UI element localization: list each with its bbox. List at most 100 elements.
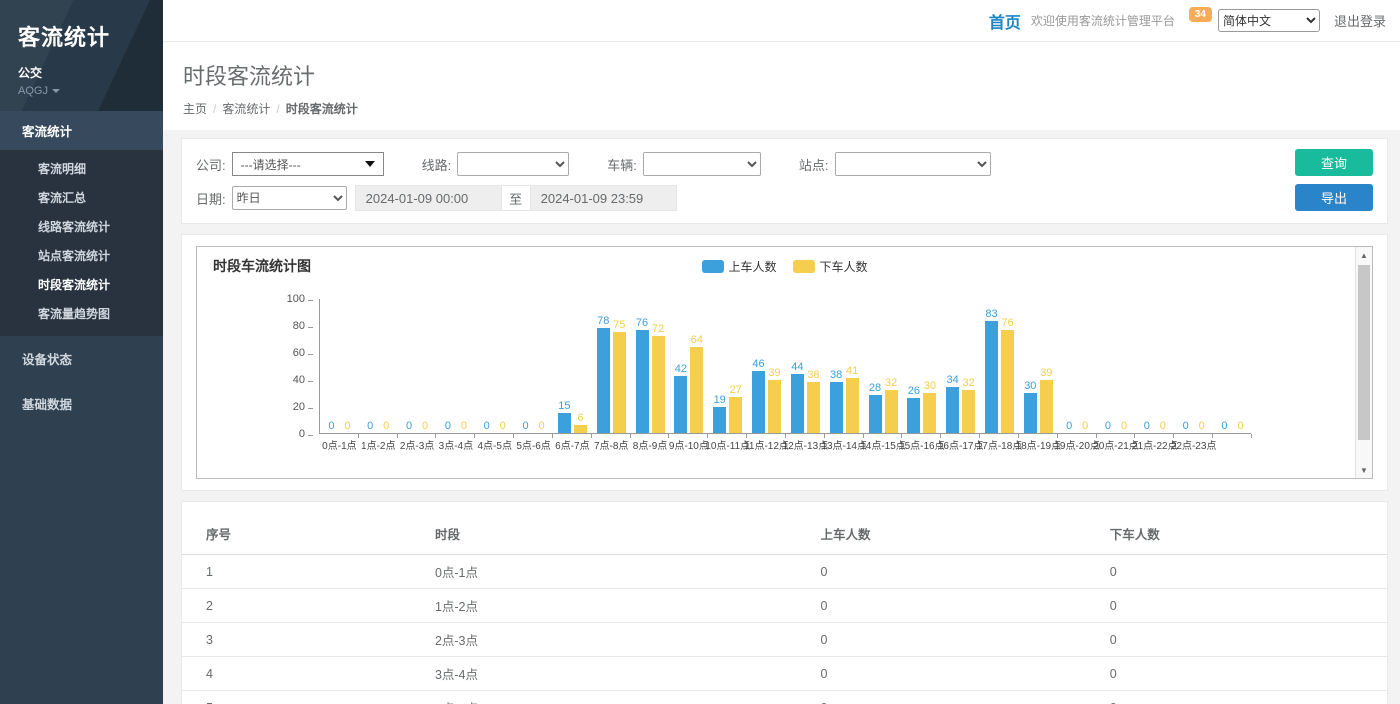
x-axis-label: 0点-1点 bbox=[322, 437, 356, 452]
bar bbox=[1024, 393, 1037, 434]
bar-value-label: 0 bbox=[328, 420, 334, 432]
logout-link[interactable]: 退出登录 bbox=[1334, 11, 1386, 30]
x-axis-label: 2点-3点 bbox=[400, 437, 434, 452]
sidebar-item[interactable]: 客流统计 bbox=[0, 111, 163, 150]
legend-item[interactable]: 下车人数 bbox=[793, 258, 868, 275]
bar bbox=[869, 395, 882, 433]
bar-value-label: 27 bbox=[730, 384, 742, 396]
bar bbox=[830, 382, 843, 433]
scroll-down-icon[interactable]: ▼ bbox=[1356, 462, 1372, 478]
bar-value-label: 0 bbox=[422, 420, 428, 432]
table-cell: 0 bbox=[1086, 589, 1387, 623]
page-heading: 时段客流统计 主页/客流统计/时段客流统计 bbox=[163, 42, 1400, 130]
x-axis-label: 3点-4点 bbox=[439, 437, 473, 452]
table-cell: 4点-5点 bbox=[411, 691, 797, 704]
sidebar-item[interactable]: 设备状态 bbox=[0, 336, 163, 381]
bar bbox=[962, 390, 975, 433]
chart-category: 263015点-16点 bbox=[902, 299, 941, 433]
welcome-text: 欢迎使用客流统计管理平台 bbox=[1031, 12, 1175, 29]
chart-category: 303918点-19点 bbox=[1019, 299, 1058, 433]
chart-plot: 000点-1点001点-2点002点-3点003点-4点004点-5点005点-… bbox=[319, 299, 1251, 434]
x-axis-label: 22点-23点 bbox=[1171, 437, 1217, 452]
vehicle-label: 车辆: bbox=[607, 155, 637, 174]
query-button[interactable]: 查询 bbox=[1295, 149, 1373, 176]
bar bbox=[985, 321, 998, 433]
sidebar-subitem[interactable]: 线路客流统计 bbox=[0, 212, 163, 241]
table-row: 21点-2点00 bbox=[182, 589, 1387, 623]
export-button[interactable]: 导出 bbox=[1295, 184, 1373, 211]
company-select[interactable]: ---请选择--- bbox=[232, 152, 384, 176]
date-end-input[interactable] bbox=[530, 185, 677, 211]
line-select[interactable] bbox=[457, 152, 569, 176]
table-cell: 1 bbox=[182, 555, 411, 589]
x-axis-label: 7点-8点 bbox=[594, 437, 628, 452]
table-row: 43点-4点00 bbox=[182, 657, 1387, 691]
bar bbox=[574, 425, 587, 433]
table-column-header: 序号 bbox=[182, 516, 411, 555]
bar-value-label: 0 bbox=[1199, 420, 1205, 432]
language-select[interactable]: 简体中文 bbox=[1218, 9, 1320, 32]
bar-value-label: 0 bbox=[1237, 420, 1243, 432]
breadcrumb-current: 时段客流统计 bbox=[286, 102, 358, 116]
date-start-input[interactable] bbox=[355, 185, 502, 211]
bar-value-label: 0 bbox=[1221, 420, 1227, 432]
chart-category: 0020点-21点 bbox=[1097, 299, 1136, 433]
notification-badge[interactable]: 34 bbox=[1189, 7, 1212, 22]
chart-category: 443812点-13点 bbox=[786, 299, 825, 433]
sidebar-subitem[interactable]: 站点客流统计 bbox=[0, 241, 163, 270]
chart-category: 384113点-14点 bbox=[825, 299, 864, 433]
station-select[interactable] bbox=[835, 152, 991, 176]
bar bbox=[752, 371, 765, 433]
bar-value-label: 76 bbox=[636, 317, 648, 329]
bar-value-label: 0 bbox=[1183, 420, 1189, 432]
table-row: 54点-5点00 bbox=[182, 691, 1387, 704]
home-link[interactable]: 首页 bbox=[989, 9, 1021, 33]
sidebar-subitem[interactable]: 客流明细 bbox=[0, 154, 163, 183]
app-logo: 客流统计 bbox=[18, 20, 145, 52]
table-cell: 2 bbox=[182, 589, 411, 623]
legend-item[interactable]: 上车人数 bbox=[701, 258, 776, 275]
date-preset-select[interactable]: 昨日 bbox=[232, 186, 347, 210]
chart-category: 837617点-18点 bbox=[980, 299, 1019, 433]
breadcrumb-home[interactable]: 主页 bbox=[183, 102, 207, 116]
chart-legend: 上车人数下车人数 bbox=[701, 258, 867, 275]
chart-card: 时段车流统计图 上车人数下车人数 020406080100 000点-1点001… bbox=[181, 234, 1388, 491]
chart-scrollbar[interactable]: ▲ ▼ bbox=[1355, 247, 1372, 478]
x-axis-label: 1点-2点 bbox=[361, 437, 395, 452]
bar bbox=[923, 393, 936, 434]
sidebar-item[interactable]: 基础数据 bbox=[0, 381, 163, 426]
table-cell: 0 bbox=[797, 589, 1086, 623]
bar-value-label: 6 bbox=[577, 412, 583, 424]
sidebar-subitem[interactable]: 客流汇总 bbox=[0, 183, 163, 212]
table-header-row: 序号时段上车人数下车人数 bbox=[182, 516, 1387, 555]
sidebar-subitem[interactable]: 时段客流统计 bbox=[0, 270, 163, 299]
bar-value-label: 15 bbox=[558, 400, 570, 412]
chart-category: 005点-6点 bbox=[514, 299, 553, 433]
breadcrumb-section[interactable]: 客流统计 bbox=[222, 102, 270, 116]
content: 公司: ---请选择--- 线路: 车辆: 站点: 日期: 昨日 至 查询 bbox=[163, 130, 1400, 704]
vehicle-select[interactable] bbox=[643, 152, 761, 176]
bar bbox=[636, 330, 649, 433]
bar bbox=[729, 397, 742, 433]
bar bbox=[558, 413, 571, 433]
scroll-up-icon[interactable]: ▲ bbox=[1356, 247, 1372, 263]
bar bbox=[674, 376, 687, 433]
bar bbox=[1040, 380, 1053, 433]
sidebar-subitem[interactable]: 客流量趋势图 bbox=[0, 299, 163, 328]
table-cell: 5 bbox=[182, 691, 411, 704]
table-cell: 0 bbox=[1086, 623, 1387, 657]
bar bbox=[885, 390, 898, 433]
table-cell: 4 bbox=[182, 657, 411, 691]
chart-category: 0023点-24点 bbox=[1213, 299, 1252, 433]
scrollbar-thumb[interactable] bbox=[1358, 265, 1370, 440]
table-body: 10点-1点0021点-2点0032点-3点0043点-4点0054点-5点00… bbox=[182, 555, 1387, 704]
table-column-header: 时段 bbox=[411, 516, 797, 555]
org-code-dropdown[interactable]: AQGJ bbox=[18, 85, 145, 97]
table-row: 32点-3点00 bbox=[182, 623, 1387, 657]
bar bbox=[907, 398, 920, 433]
bar bbox=[846, 378, 859, 433]
bar-value-label: 30 bbox=[924, 380, 936, 392]
bar-value-label: 38 bbox=[830, 369, 842, 381]
table-cell: 0 bbox=[797, 657, 1086, 691]
bar-value-label: 0 bbox=[1082, 420, 1088, 432]
